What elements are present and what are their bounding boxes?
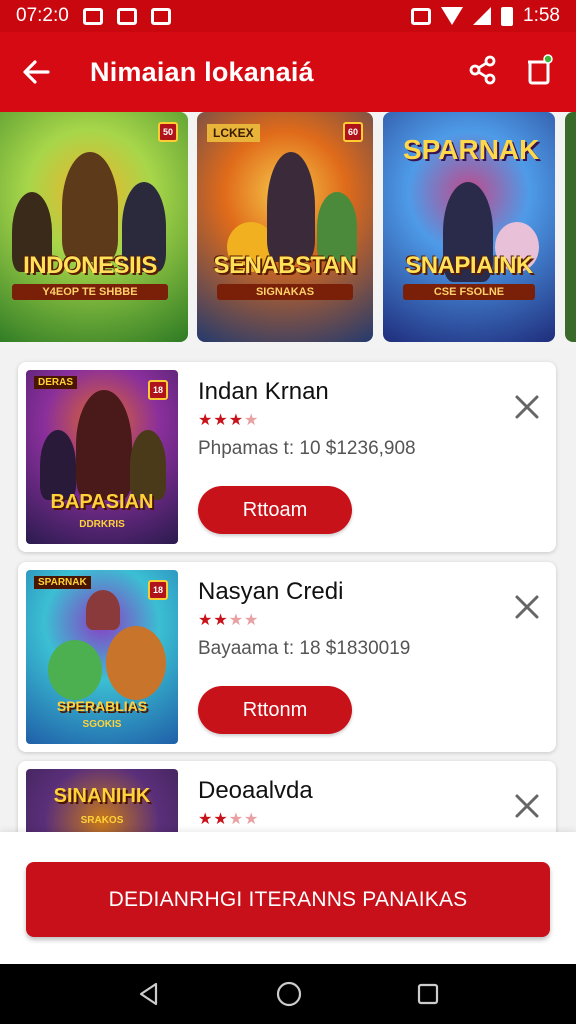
star-filled-icon: ★ — [213, 412, 229, 429]
banner-title: INDONESIIS — [23, 252, 157, 279]
share-icon — [469, 55, 496, 84]
star-filled-icon: ★ — [213, 612, 229, 629]
thumbnail-subtitle: SRAKOS — [80, 815, 124, 826]
rating-stars: ★★★★ — [198, 610, 259, 630]
banner-subtitle: SIGNAKAS — [217, 284, 353, 300]
app-bar: Nimaian lokanaiá — [0, 32, 576, 112]
star-empty-icon: ★ — [228, 811, 245, 828]
featured-banner[interactable]: INDONESIIS Y4EOP TE SHBBE 50 — [0, 112, 188, 342]
age-rating-badge: 50 — [158, 122, 178, 142]
game-list: DERAS 18 BAPASIAN DDRKRIS Indan Krnan ★★… — [0, 348, 576, 832]
game-price: Phpamas t: 10 $1236,908 — [198, 438, 416, 459]
star-filled-icon: ★ — [213, 811, 229, 828]
wifi-icon — [441, 7, 464, 25]
close-icon[interactable] — [514, 594, 540, 620]
nav-home-icon[interactable] — [275, 980, 303, 1008]
back-button[interactable] — [0, 32, 72, 112]
age-rating-badge: 18 — [148, 380, 168, 400]
star-filled-icon: ★ — [198, 612, 214, 629]
star-empty-icon: ★ — [244, 811, 260, 828]
game-price: Bayaama t: 18 $1830019 — [198, 638, 411, 659]
status-clock: 1:58 — [523, 5, 560, 26]
trash-icon — [528, 53, 553, 84]
banner-top-label: LCKEX — [207, 124, 260, 142]
game-name: Indan Krnan — [198, 378, 329, 405]
camera-notification-icon — [150, 7, 171, 25]
star-empty-icon: ★ — [244, 612, 260, 629]
cell-signal-icon — [473, 7, 492, 25]
nav-back-icon[interactable] — [136, 981, 162, 1007]
game-thumbnail[interactable]: DERAS 18 BAPASIAN DDRKRIS — [26, 370, 178, 544]
arrow-left-icon — [23, 60, 50, 84]
star-empty-icon: ★ — [244, 412, 260, 429]
mail-notification-icon — [82, 7, 103, 25]
nav-recent-icon[interactable] — [416, 982, 440, 1006]
gallery-notification-icon — [116, 7, 137, 25]
thumbnail-subtitle: DDRKRIS — [79, 519, 125, 530]
list-item[interactable]: SPARNAK 18 SPERABLIAS SGOKIS Nasyan Cred… — [18, 562, 556, 752]
banner-title: SNAPIAINK — [405, 252, 533, 279]
thumbnail-title: SPERABLIAS — [56, 698, 148, 714]
rating-stars: ★★★★ — [198, 410, 259, 430]
primary-action-button[interactable]: DEDIANRHGI ITERANNS PANAIKAS — [26, 862, 550, 937]
featured-banner[interactable]: SPARNAK SNAPIAINK CSE FSOLNE — [383, 112, 555, 342]
system-nav-bar — [0, 964, 576, 1024]
bottom-action-panel: DEDIANRHGI ITERANNS PANAIKAS — [0, 832, 576, 964]
sim-icon — [411, 7, 432, 25]
status-bar: 07:2:0 1:58 — [0, 0, 576, 32]
battery-icon — [501, 6, 514, 26]
game-name: Nasyan Credi — [198, 578, 344, 605]
star-filled-icon: ★ — [198, 412, 214, 429]
close-icon[interactable] — [514, 394, 540, 420]
star-filled-icon: ★ — [228, 412, 245, 429]
status-time: 07:2:0 — [16, 5, 69, 26]
featured-banner-peek[interactable] — [565, 112, 576, 342]
game-thumbnail[interactable]: SPARNAK 18 SPERABLIAS SGOKIS — [26, 570, 178, 744]
thumbnail-top-label: SPARNAK — [34, 576, 91, 589]
close-icon[interactable] — [514, 793, 540, 819]
rating-stars: ★★★★ — [198, 809, 259, 829]
featured-carousel[interactable]: INDONESIIS Y4EOP TE SHBBE 50 LCKEX SENAB… — [0, 112, 576, 348]
list-item[interactable]: SINANIHK SRAKOS Deoaalvda ★★★★ — [18, 761, 556, 832]
list-item[interactable]: DERAS 18 BAPASIAN DDRKRIS Indan Krnan ★★… — [18, 362, 556, 552]
age-rating-badge: 60 — [343, 122, 363, 142]
star-filled-icon: ★ — [198, 811, 214, 828]
page-title: Nimaian lokanaiá — [90, 56, 314, 87]
claim-button[interactable]: Rttoam — [198, 486, 352, 534]
featured-banner[interactable]: LCKEX SENABSTAN SIGNAKAS 60 — [197, 112, 373, 342]
thumbnail-title: SINANIHK — [53, 785, 151, 807]
age-rating-badge: 18 — [148, 580, 168, 600]
delete-button[interactable] — [524, 53, 554, 91]
banner-title: SENABSTAN — [213, 252, 357, 279]
thumbnail-top-label: DERAS — [34, 376, 78, 389]
game-name: Deoaalvda — [198, 777, 313, 804]
share-button[interactable] — [468, 55, 498, 90]
banner-subtitle: CSE FSOLNE — [403, 284, 535, 300]
banner-top-label: SPARNAK — [403, 134, 540, 165]
banner-subtitle: Y4EOP TE SHBBE — [12, 284, 168, 300]
star-empty-icon: ★ — [228, 612, 245, 629]
game-thumbnail[interactable]: SINANIHK SRAKOS — [26, 769, 178, 832]
claim-button[interactable]: Rttonm — [198, 686, 352, 734]
thumbnail-subtitle: SGOKIS — [82, 719, 122, 730]
thumbnail-title: BAPASIAN — [50, 491, 154, 513]
